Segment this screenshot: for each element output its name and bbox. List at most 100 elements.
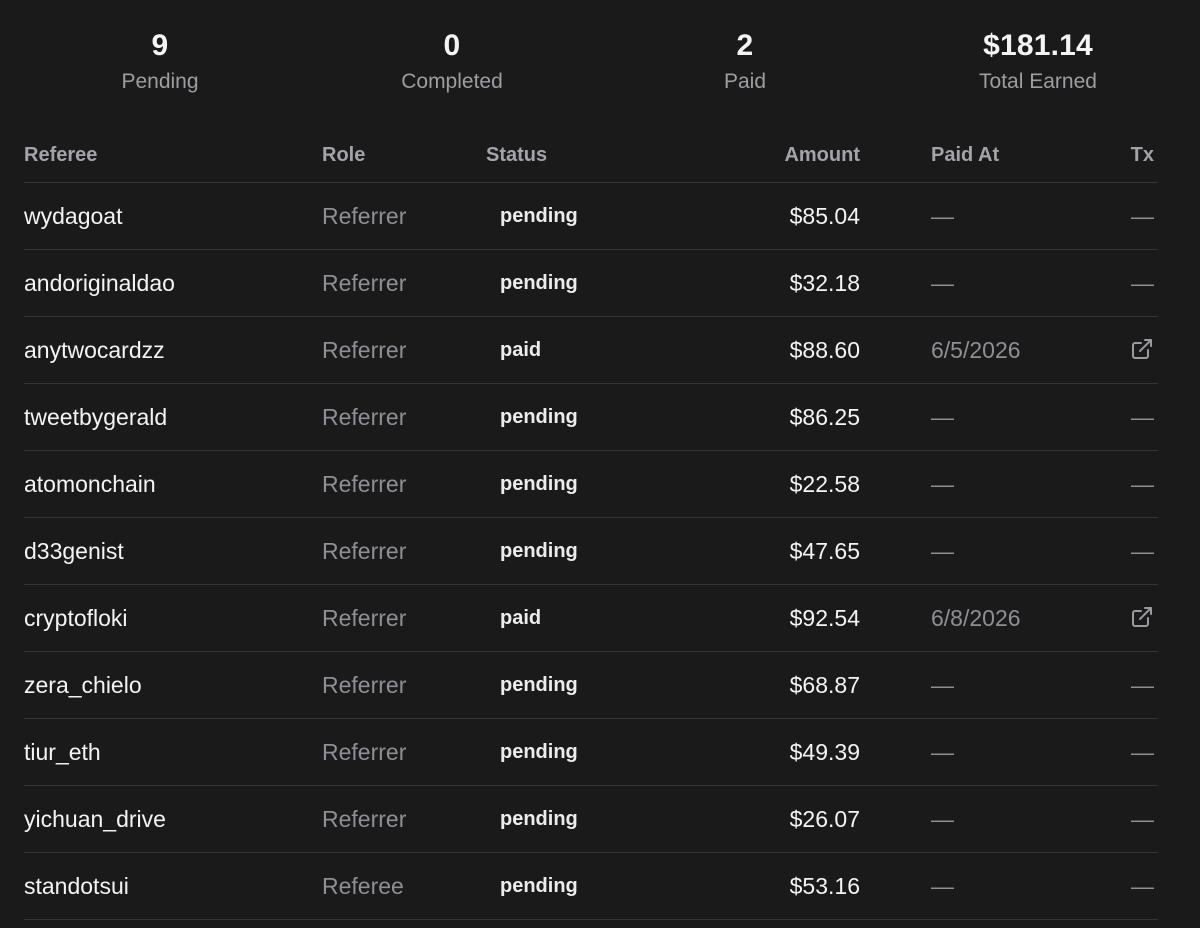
paid-at-cell: —: [931, 739, 954, 765]
tx-cell: —: [1131, 873, 1154, 899]
paid-at-cell: 6/5/2026: [931, 337, 1021, 363]
status-cell: pending: [500, 875, 578, 897]
stat-paid: 2 Paid: [625, 28, 865, 102]
paid-at-cell: —: [931, 806, 954, 832]
role-cell: Referrer: [322, 672, 407, 698]
paid-at-cell: —: [931, 538, 954, 564]
tx-cell: —: [1131, 471, 1154, 497]
role-cell: Referrer: [322, 605, 407, 631]
tx-cell: —: [1131, 538, 1154, 564]
referee-cell: zera_chielo: [24, 672, 142, 698]
status-cell: pending: [500, 473, 578, 495]
stat-pending-value: 9: [151, 29, 169, 62]
paid-at-cell: —: [931, 672, 954, 698]
amount-cell: $26.07: [789, 806, 860, 832]
referee-cell: cryptofloki: [24, 605, 128, 631]
tx-cell: [1130, 585, 1154, 651]
status-cell: paid: [500, 607, 542, 629]
table-row: standotsui Referee pending $53.16 — —: [24, 853, 1158, 920]
role-cell: Referrer: [322, 203, 407, 229]
stat-total-earned-label: Total Earned: [979, 70, 1097, 93]
tx-cell: —: [1131, 270, 1154, 296]
header-paid-at: Paid At: [931, 144, 1000, 166]
stat-paid-label: Paid: [723, 70, 767, 93]
header-role: Role: [322, 144, 366, 166]
referee-cell: standotsui: [24, 873, 129, 899]
status-cell: pending: [500, 540, 578, 562]
table-row: tiur_eth Referrer pending $49.39 — —: [24, 719, 1158, 786]
header-tx: Tx: [1130, 144, 1154, 166]
status-cell: pending: [500, 741, 578, 763]
stat-total-earned-value: $181.14: [983, 29, 1093, 62]
table-row: tweetbygerald Referrer pending $86.25 — —: [24, 384, 1158, 451]
referee-cell: d33genist: [24, 538, 124, 564]
table-row: andoriginaldao Referrer pending $32.18 — —: [24, 250, 1158, 317]
table-row: yichuan_drive Referrer pending $26.07 — —: [24, 786, 1158, 853]
stat-pending-label: Pending: [121, 70, 199, 93]
table-row: zera_chielo Referrer pending $68.87 — —: [24, 652, 1158, 719]
paid-at-cell: —: [931, 203, 954, 229]
external-link-icon[interactable]: [1130, 605, 1154, 629]
role-cell: Referrer: [322, 404, 407, 430]
tx-cell: —: [1131, 404, 1154, 430]
paid-at-cell: —: [931, 471, 954, 497]
amount-cell: $88.60: [789, 337, 860, 363]
referee-cell: tweetbygerald: [24, 404, 168, 430]
summary-stats: 9 Pending 0 Completed 2 Paid $181.14 Tot…: [0, 28, 1200, 108]
status-cell: pending: [500, 205, 578, 227]
stat-completed-value: 0: [443, 29, 461, 62]
stat-completed-label: Completed: [401, 70, 503, 93]
amount-cell: $85.04: [789, 203, 860, 229]
status-cell: pending: [500, 674, 578, 696]
amount-cell: $47.65: [789, 538, 860, 564]
table-header: Referee Role Status Amount Paid At Tx: [24, 130, 1158, 183]
paid-at-cell: —: [931, 404, 954, 430]
status-cell: pending: [500, 272, 578, 294]
stat-pending: 9 Pending: [40, 28, 280, 102]
amount-cell: $53.16: [789, 873, 860, 899]
role-cell: Referrer: [322, 538, 407, 564]
amount-cell: $86.25: [789, 404, 860, 430]
referee-cell: wydagoat: [24, 203, 123, 229]
table-row: wydagoat Referrer pending $85.04 — —: [24, 183, 1158, 250]
tx-cell: —: [1131, 203, 1154, 229]
role-cell: Referrer: [322, 337, 407, 363]
stat-total-earned: $181.14 Total Earned: [918, 28, 1158, 102]
status-cell: paid: [500, 339, 542, 361]
table-row: anytwocardzz Referrer paid $88.60 6/5/2026: [24, 317, 1158, 384]
role-cell: Referrer: [322, 806, 407, 832]
tx-cell: —: [1131, 806, 1154, 832]
status-cell: pending: [500, 406, 578, 428]
tx-cell: —: [1131, 739, 1154, 765]
role-cell: Referrer: [322, 270, 407, 296]
amount-cell: $49.39: [789, 739, 860, 765]
status-cell: pending: [500, 808, 578, 830]
referee-cell: yichuan_drive: [24, 806, 166, 832]
referee-cell: atomonchain: [24, 471, 156, 497]
header-status: Status: [486, 144, 548, 166]
paid-at-cell: —: [931, 873, 954, 899]
referee-cell: andoriginaldao: [24, 270, 175, 296]
paid-at-cell: —: [931, 270, 954, 296]
referee-cell: anytwocardzz: [24, 337, 165, 363]
table-row: d33genist Referrer pending $47.65 — —: [24, 518, 1158, 585]
amount-cell: $92.54: [789, 605, 860, 631]
stat-completed: 0 Completed: [332, 28, 572, 102]
amount-cell: $22.58: [789, 471, 860, 497]
header-amount: Amount: [784, 144, 860, 166]
stat-paid-value: 2: [736, 29, 754, 62]
table-row: atomonchain Referrer pending $22.58 — —: [24, 451, 1158, 518]
referee-cell: tiur_eth: [24, 739, 101, 765]
role-cell: Referrer: [322, 739, 407, 765]
paid-at-cell: 6/8/2026: [931, 605, 1021, 631]
tx-cell: —: [1131, 672, 1154, 698]
table-body: wydagoat Referrer pending $85.04— — andorigin…: [24, 183, 1158, 920]
referrals-table: Referee Role Status Amount Paid At Tx wy…: [24, 130, 1158, 920]
table-row: cryptofloki Referrer paid $92.54 6/8/2026: [24, 585, 1158, 652]
role-cell: Referee: [322, 873, 404, 899]
role-cell: Referrer: [322, 471, 407, 497]
external-link-icon[interactable]: [1130, 337, 1154, 361]
amount-cell: $32.18: [789, 270, 860, 296]
tx-cell: [1130, 317, 1154, 383]
amount-cell: $68.87: [789, 672, 860, 698]
